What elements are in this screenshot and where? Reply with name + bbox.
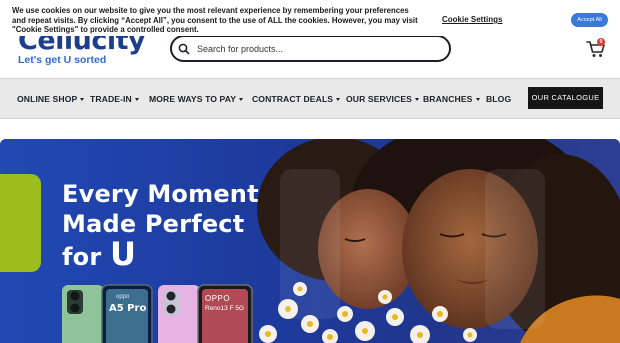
chevron-down-icon [336,98,341,101]
phone2-brand-label: OPPO [205,294,231,303]
page: Cellucity Let's get U sorted 0 ONLINE SH… [0,0,620,343]
headline-line-1: Every Moment [62,180,259,208]
headline-line-3: for U [62,238,259,272]
hero-banner[interactable]: Every Moment Made Perfect for U oppo A5 … [0,139,620,343]
our-catalogue-button[interactable]: OUR CATALOGUE [528,87,603,109]
chevron-down-icon [475,98,480,101]
nav-item-more-ways-to-pay[interactable]: MORE WAYS TO PAY [149,94,244,104]
nav-item-our-services[interactable]: OUR SERVICES [346,94,419,104]
slider-prev-tab[interactable] [0,174,41,272]
search-input[interactable] [197,43,427,54]
nav-item-label: BRANCHES [423,94,473,104]
cookie-message: We use cookies on our website to give yo… [12,6,418,35]
cart-count-badge: 0 [597,38,605,46]
nav-item-online-shop[interactable]: ONLINE SHOP [17,94,85,104]
search-icon [178,43,190,54]
nav-item-branches[interactable]: BRANCHES [423,94,480,104]
nav-item-label: MORE WAYS TO PAY [149,94,237,104]
phone1-model-label: A5 Pro [109,303,147,314]
nav-item-contract-deals[interactable]: CONTRACT DEALS [252,94,341,104]
phone2-model-label: Reno13 F 5G [205,305,245,312]
cookie-banner: We use cookies on our website to give yo… [0,0,620,36]
nav-item-label: CONTRACT DEALS [252,94,334,104]
headline-for: for [62,243,102,271]
nav-item-label: OUR SERVICES [346,94,412,104]
nav-item-label: ONLINE SHOP [17,94,78,104]
chevron-down-icon [80,98,85,101]
nav-item-label: BLOG [486,94,512,104]
headline-u: U [109,235,137,273]
search-bar[interactable] [170,35,451,62]
nav-item-trade-in[interactable]: TRADE-IN [90,94,139,104]
hero-headline: Every Moment Made Perfect for U [62,179,259,272]
headline-line-2: Made Perfect [62,210,245,238]
accept-all-button[interactable]: Accept All [571,13,608,27]
cookie-settings-link[interactable]: Cookie Settings [442,15,502,24]
nav-item-blog[interactable]: BLOG [486,94,511,104]
chevron-down-icon [134,98,139,101]
chevron-down-icon [415,98,419,101]
phone1-brand-label: oppo [116,294,130,300]
nav-item-label: TRADE-IN [90,94,132,104]
chevron-down-icon [239,98,244,101]
